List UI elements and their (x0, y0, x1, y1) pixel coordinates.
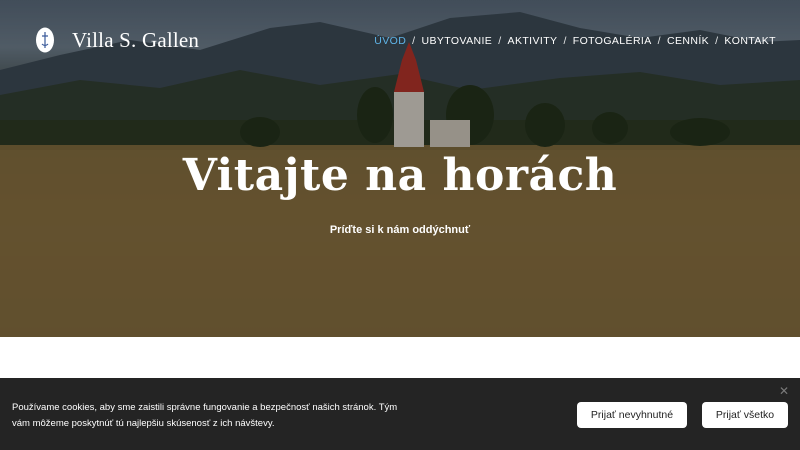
hero-title: Vitajte na horách (182, 150, 618, 201)
nav-item-cennik[interactable]: CENNÍK (667, 35, 709, 47)
nav-separator: / (657, 35, 661, 47)
accept-all-button[interactable]: Prijať všetko (702, 402, 788, 428)
brand[interactable]: Villa S. Gallen (34, 26, 199, 54)
nav-item-aktivity[interactable]: AKTIVITY (508, 35, 558, 47)
nav-item-kontakt[interactable]: KONTAKT (724, 35, 776, 47)
nav-separator: / (498, 35, 502, 47)
hero-banner: Villa S. Gallen ÚVOD / UBYTOVANIE / AKTI… (0, 0, 800, 337)
nav-separator: / (715, 35, 719, 47)
nav-item-uvod[interactable]: ÚVOD (374, 35, 406, 47)
villa-logo-icon (36, 27, 54, 53)
brand-name: Villa S. Gallen (72, 27, 200, 52)
accept-necessary-button[interactable]: Prijať nevyhnutné (577, 402, 687, 428)
nav-item-ubytovanie[interactable]: UBYTOVANIE (422, 35, 493, 47)
cookie-bar: Používame cookies, aby sme zaistili sprá… (0, 378, 800, 450)
close-icon[interactable]: ✕ (778, 385, 790, 397)
nav-separator: / (412, 35, 416, 47)
nav-separator: / (563, 35, 567, 47)
nav-item-fotogaleria[interactable]: FOTOGALÉRIA (573, 35, 652, 47)
main-nav: ÚVOD / UBYTOVANIE / AKTIVITY / FOTOGALÉR… (374, 35, 776, 47)
hero-subtitle: Príďte si k nám oddýchnuť (329, 224, 471, 236)
cookie-message: Používame cookies, aby sme zaistili sprá… (12, 402, 398, 429)
